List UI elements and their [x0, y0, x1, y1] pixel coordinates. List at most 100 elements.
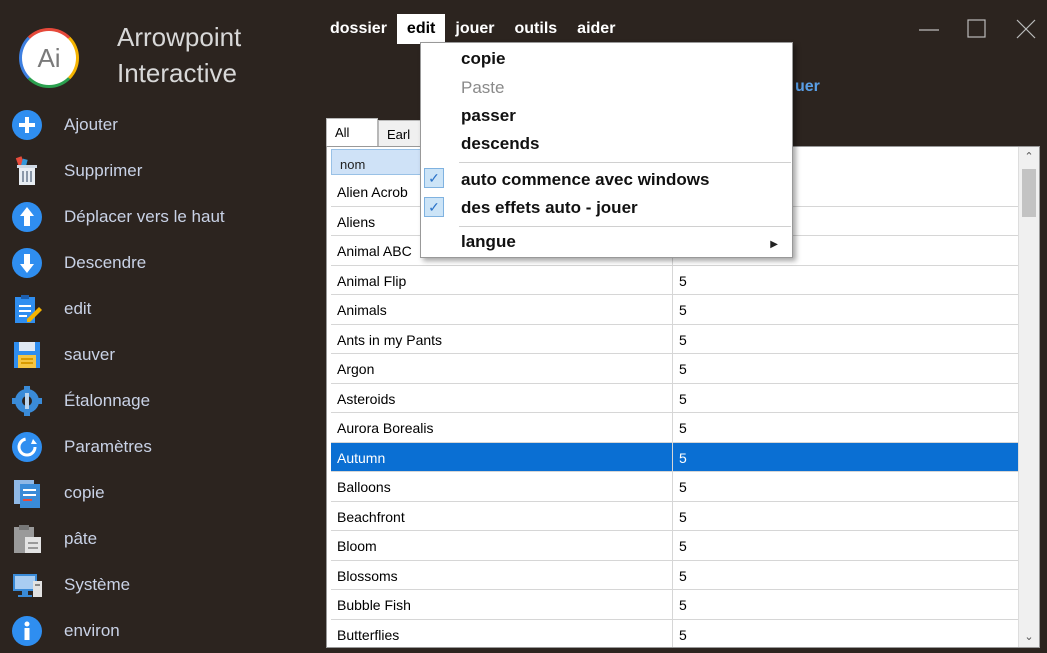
column-header-nom[interactable]: nom	[331, 149, 421, 175]
menu-edit[interactable]: edit	[396, 14, 446, 44]
sidebar-item-pate[interactable]: pâte	[10, 519, 310, 559]
table-row[interactable]: Bloom 5	[331, 531, 1019, 561]
sidebar-item-sauver[interactable]: sauver	[10, 335, 310, 375]
cell-name: Autumn	[331, 442, 673, 471]
settings-icon	[10, 430, 44, 464]
cell-value: 5	[679, 626, 687, 643]
scrollbar-thumb[interactable]	[1022, 169, 1036, 217]
trash-icon	[10, 154, 44, 188]
menu-aider[interactable]: aider	[567, 14, 625, 44]
app-window: Ai Arrowpoint Interactive Ajouter Suppri…	[0, 0, 1047, 653]
table-row[interactable]: Animals 5	[331, 295, 1019, 325]
cell-value: 5	[679, 331, 687, 348]
sidebar-item-edit[interactable]: edit	[10, 289, 310, 329]
cell-value: 5	[679, 302, 687, 318]
menu-outils[interactable]: outils	[505, 14, 568, 44]
sidebar-item-copie[interactable]: copie	[10, 473, 310, 513]
info-icon	[10, 614, 44, 648]
table-row[interactable]: Autumn 5	[331, 442, 1019, 472]
sidebar-item-label: sauver	[64, 345, 116, 364]
menu-item-autoplay[interactable]: des effets auto - jouer	[461, 198, 638, 218]
sidebar-item-ajouter[interactable]: Ajouter	[10, 105, 310, 145]
submenu-arrow-icon: ▶	[770, 239, 778, 250]
sidebar-item-descendre[interactable]: Descendre	[10, 243, 310, 283]
table-row[interactable]: Ants in my Pants 5	[331, 324, 1019, 354]
cell-value: 5	[679, 272, 687, 289]
hidden-toolbar-text: uer	[795, 78, 820, 95]
arrow-down-icon	[10, 246, 44, 280]
sidebar-item-etalonnage[interactable]: Étalonnage	[10, 381, 310, 421]
menu-dossier[interactable]: dossier	[320, 14, 397, 44]
close-icon	[1016, 19, 1036, 39]
cell-value: 5	[679, 538, 687, 554]
close-button[interactable]	[1015, 18, 1037, 40]
system-icon	[10, 568, 44, 602]
sidebar-item-label: Étalonnage	[64, 391, 151, 410]
cell-value: 5	[679, 567, 687, 584]
menu-item-passer[interactable]: passer	[461, 106, 516, 126]
sidebar-item-deplacer-vers-le-haut[interactable]: Déplacer vers le haut	[10, 197, 310, 237]
cell-name: Animal Flip	[331, 265, 673, 294]
sidebar-item-label: Supprimer	[64, 161, 143, 180]
checkmark-icon: ✓	[424, 197, 444, 217]
sidebar-item-environ[interactable]: environ	[10, 611, 310, 651]
cell-value: 5	[679, 479, 687, 495]
edit-menu-dropdown: copie Paste passer descends ✓ auto comme…	[420, 42, 793, 258]
cell-name: Beachfront	[331, 501, 673, 530]
cell-name: Argon	[331, 354, 673, 383]
sidebar-item-label: environ	[64, 621, 120, 640]
table-row[interactable]: Bubble Fish 5	[331, 590, 1019, 620]
cell-value: 5	[679, 597, 687, 613]
table-row[interactable]: Balloons 5	[331, 472, 1019, 502]
sidebar-item-label: Descendre	[64, 253, 147, 272]
sidebar-item-label: Ajouter	[64, 115, 118, 134]
menu-item-copie[interactable]: copie	[461, 49, 505, 69]
table-row[interactable]: Blossoms 5	[331, 560, 1019, 590]
table-row[interactable]: Butterflies 5	[331, 619, 1019, 647]
brand-name-line1: Arrowpoint	[117, 22, 242, 52]
cell-value: 5	[679, 449, 687, 466]
table-row[interactable]: Animal Flip 5	[331, 265, 1019, 295]
sidebar-item-label: Déplacer vers le haut	[64, 207, 225, 226]
menu-bar: dossier edit jouer outils aider	[320, 14, 625, 44]
sidebar-item-label: Paramètres	[64, 437, 152, 456]
save-icon	[10, 338, 44, 372]
table-row[interactable]: Asteroids 5	[331, 383, 1019, 413]
cell-value: 5	[679, 361, 687, 377]
cell-name: Ants in my Pants	[331, 324, 673, 353]
table-row[interactable]: Beachfront 5	[331, 501, 1019, 531]
sidebar-item-systeme[interactable]: Système	[10, 565, 310, 605]
table-row[interactable]: Aurora Borealis 5	[331, 413, 1019, 443]
scroll-up-icon[interactable]: ⌃	[1019, 147, 1039, 167]
sidebar-item-supprimer[interactable]: Supprimer	[10, 151, 310, 191]
scroll-down-icon[interactable]: ⌄	[1019, 627, 1039, 647]
cell-name: Aurora Borealis	[331, 413, 673, 442]
cell-name: Balloons	[331, 472, 673, 501]
menu-item-paste[interactable]: Paste	[461, 78, 504, 98]
minimize-icon	[919, 29, 939, 31]
menu-separator	[459, 226, 791, 227]
paste-icon	[10, 522, 44, 556]
menu-jouer[interactable]: jouer	[445, 14, 504, 44]
maximize-icon	[967, 19, 986, 38]
vertical-scrollbar[interactable]: ⌃ ⌄	[1018, 147, 1039, 647]
minimize-button[interactable]	[918, 18, 940, 40]
menu-separator	[459, 162, 791, 163]
menu-item-langue[interactable]: langue	[461, 232, 516, 252]
tab-all[interactable]: All	[326, 118, 378, 148]
cell-value: 5	[679, 390, 687, 407]
sidebar-item-label: edit	[64, 299, 92, 318]
add-icon	[10, 108, 44, 142]
logo: Ai	[19, 28, 79, 88]
arrow-up-icon	[10, 200, 44, 234]
maximize-button[interactable]	[966, 18, 988, 40]
calibrate-icon	[10, 384, 44, 418]
cell-name: Butterflies	[331, 619, 673, 647]
brand-name-line2: Interactive	[117, 58, 237, 88]
sidebar-item-parametres[interactable]: Paramètres	[10, 427, 310, 467]
menu-item-autostart[interactable]: auto commence avec windows	[461, 170, 709, 190]
cell-value: 5	[679, 420, 687, 436]
menu-item-descends[interactable]: descends	[461, 134, 539, 154]
copy-icon	[10, 476, 44, 510]
table-row[interactable]: Argon 5	[331, 354, 1019, 384]
